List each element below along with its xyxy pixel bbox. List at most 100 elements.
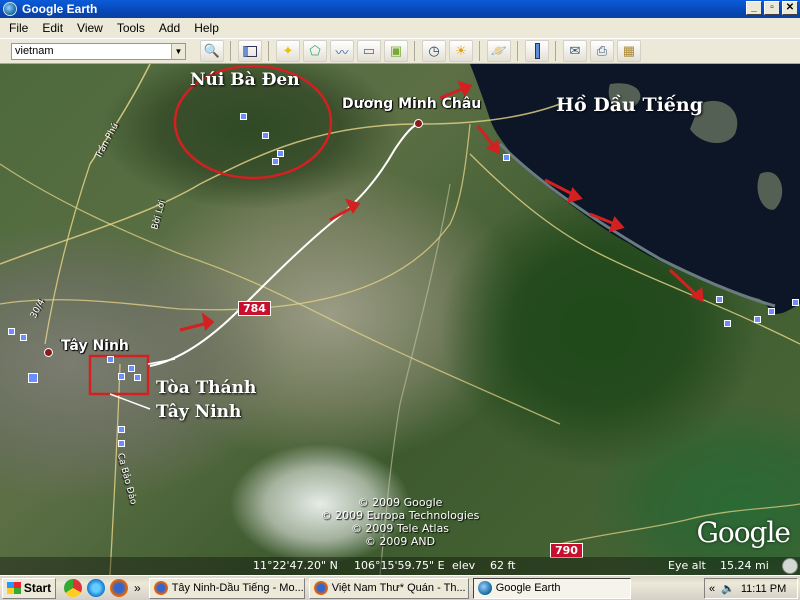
print-button[interactable]: ⎙: [590, 40, 614, 62]
image-overlay-icon: ▭: [362, 43, 376, 58]
poi-marker[interactable]: [724, 320, 731, 327]
poi-marker[interactable]: [118, 426, 125, 433]
label-duong-minh-chau: Dương Minh Châu: [342, 96, 482, 112]
close-button[interactable]: ✕: [782, 1, 798, 15]
taskbar-item-label: Tây Ninh-Dầu Tiếng - Mo...: [171, 582, 304, 594]
title-bar[interactable]: Google Earth _ ▫ ✕: [0, 0, 800, 18]
quick-launch-more[interactable]: »: [134, 581, 141, 595]
road: [0, 123, 471, 311]
poi-marker[interactable]: [792, 299, 799, 306]
ruler-button[interactable]: [525, 40, 549, 62]
poi-marker[interactable]: [118, 440, 125, 447]
poi-marker[interactable]: [240, 113, 247, 120]
poi-marker[interactable]: [128, 365, 135, 372]
image-overlay-button[interactable]: ▭: [357, 40, 381, 62]
print-icon: ⎙: [596, 43, 608, 58]
toolbar: vietnam ▼ 🔍 ✦ ⬠ 〰 ▭ ▣ ◷ ☀ 🪐 ✉ ⎙ ▦: [0, 38, 800, 64]
road: [0, 163, 561, 425]
label-toa-thanh: Tòa Thánh: [156, 378, 257, 398]
ruler-icon: [534, 43, 540, 59]
city-marker-duong-minh-chau[interactable]: [414, 119, 423, 128]
system-tray: « 🔈 11:11 PM: [704, 578, 798, 599]
toolbar-separator: [414, 41, 415, 61]
email-button[interactable]: ✉: [563, 40, 587, 62]
search-input[interactable]: vietnam ▼: [11, 42, 186, 60]
route-784-badge: 784: [238, 301, 271, 316]
toolbar-separator: [230, 41, 231, 61]
status-bar: 11°22'47.20" N 106°15'59.75" E elev 62 f…: [0, 557, 800, 575]
minimize-button[interactable]: _: [746, 1, 762, 15]
taskbar-item-google-earth[interactable]: Google Earth: [472, 577, 631, 599]
historical-imagery-button[interactable]: ◷: [422, 40, 446, 62]
search-icon: 🔍: [203, 43, 221, 58]
menu-file[interactable]: File: [2, 21, 35, 35]
menu-tools[interactable]: Tools: [110, 21, 152, 35]
sidebar-button[interactable]: [238, 40, 262, 62]
speaker-icon[interactable]: 🔈: [721, 582, 735, 595]
add-placemark-button[interactable]: ✦: [276, 40, 300, 62]
taskbar-item-firefox-1[interactable]: Tây Ninh-Dầu Tiếng - Mo...: [148, 577, 305, 599]
tray-expand-button[interactable]: «: [709, 583, 715, 595]
view-in-maps-button[interactable]: ▦: [617, 40, 641, 62]
toolbar-separator: [517, 41, 518, 61]
menu-bar: File Edit View Tools Add Help: [0, 18, 800, 38]
taskbar-item-firefox-2[interactable]: Việt Nam Thư* Quán - Th...: [308, 577, 469, 599]
poi-marker[interactable]: [8, 328, 15, 335]
copyright-line: © 2009 AND: [364, 535, 436, 548]
chrome-icon[interactable]: [64, 579, 82, 597]
city-marker-tay-ninh[interactable]: [44, 348, 53, 357]
latitude-readout: 11°22'47.20" N: [253, 559, 338, 572]
internet-explorer-icon[interactable]: [87, 579, 105, 597]
sunlight-button[interactable]: ☀: [449, 40, 473, 62]
eye-alt-label: Eye alt: [668, 559, 706, 572]
copyright-block: © 2009 Google © 2009 Europa Technologies…: [300, 496, 500, 548]
start-label: Start: [23, 581, 52, 595]
menu-help[interactable]: Help: [187, 21, 226, 35]
taskbar-item-label: Việt Nam Thư* Quán - Th...: [331, 582, 466, 594]
menu-add[interactable]: Add: [152, 21, 187, 35]
poi-marker[interactable]: [503, 154, 510, 161]
poi-marker[interactable]: [20, 334, 27, 341]
poi-marker[interactable]: [768, 308, 775, 315]
poi-marker[interactable]: [277, 150, 284, 157]
start-button[interactable]: Start: [2, 577, 56, 599]
record-tour-icon: ▣: [389, 43, 403, 58]
search-dropdown-arrow-icon[interactable]: ▼: [171, 43, 185, 59]
navigation-control-icon[interactable]: [782, 558, 798, 574]
restore-button[interactable]: ▫: [764, 1, 780, 15]
map-view[interactable]: Núi Bà Đen Dương Minh Châu Hồ Dầu Tiếng …: [0, 64, 800, 575]
google-earth-icon: [3, 2, 17, 16]
firefox-icon[interactable]: [110, 579, 128, 597]
menu-view[interactable]: View: [70, 21, 110, 35]
record-tour-button[interactable]: ▣: [384, 40, 408, 62]
add-polygon-button[interactable]: ⬠: [303, 40, 327, 62]
sidebar-icon: [243, 45, 257, 57]
firefox-icon: [313, 581, 328, 595]
poi-marker[interactable]: [28, 373, 38, 383]
menu-edit[interactable]: Edit: [35, 21, 70, 35]
poi-marker[interactable]: [262, 132, 269, 139]
search-value: vietnam: [15, 44, 54, 57]
poi-marker[interactable]: [272, 158, 279, 165]
google-earth-window: Google Earth _ ▫ ✕ File Edit View Tools …: [0, 0, 800, 575]
add-path-button[interactable]: 〰: [330, 40, 354, 62]
eye-alt-value: 15.24 mi: [720, 559, 769, 572]
poi-marker[interactable]: [134, 374, 141, 381]
toolbar-separator: [555, 41, 556, 61]
poi-marker[interactable]: [716, 296, 723, 303]
toolbar-separator: [268, 41, 269, 61]
road: [44, 163, 91, 345]
search-button[interactable]: 🔍: [200, 40, 224, 62]
elevation-value: 62 ft: [490, 559, 516, 572]
placemark-icon: ✦: [282, 43, 294, 58]
poi-marker[interactable]: [754, 316, 761, 323]
poi-marker[interactable]: [118, 373, 125, 380]
label-ho-dau-tieng: Hồ Dầu Tiếng: [556, 94, 703, 116]
view-in-maps-icon: ▦: [622, 43, 636, 58]
planet-button[interactable]: 🪐: [487, 40, 511, 62]
label-nui-ba-den: Núi Bà Đen: [190, 70, 300, 90]
poi-marker[interactable]: [107, 356, 114, 363]
label-toa-thanh-tay-ninh: Tây Ninh: [156, 402, 242, 422]
toolbar-separator: [479, 41, 480, 61]
clock[interactable]: 11:11 PM: [741, 583, 786, 595]
